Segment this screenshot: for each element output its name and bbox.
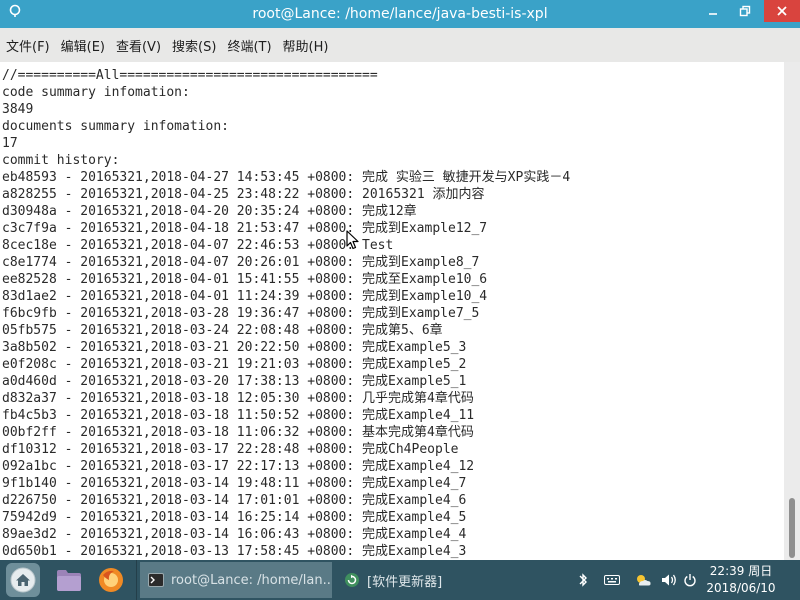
taskbar: root@Lance: /home/lan... [软件更新器] 22:39 周… [0,560,800,600]
volume-tray[interactable] [658,560,680,600]
terminal-line: df10312 - 20165321,2018-03-17 22:28:48 +… [2,442,459,457]
mouse-pointer-icon [346,230,359,250]
terminal-text: //==========All=========================… [2,67,570,560]
task-terminal[interactable]: root@Lance: /home/lan... [140,562,332,598]
terminal-line: 83d1ae2 - 20165321,2018-04-01 11:24:39 +… [2,289,488,304]
terminal-line: 9f1b140 - 20165321,2018-03-14 19:48:11 +… [2,476,467,491]
terminal-line: 0d650b1 - 20165321,2018-03-13 17:58:45 +… [2,544,467,559]
task-software-updater[interactable]: [软件更新器] [336,562,536,598]
terminal-line: c3c7f9a - 20165321,2018-04-18 21:53:47 +… [2,221,488,236]
taskbar-separator [136,560,137,600]
terminal-line: eb48593 - 20165321,2018-04-27 14:53:45 +… [2,170,571,185]
scrollbar-thumb[interactable] [789,498,795,558]
keyboard-icon [604,575,620,585]
bluetooth-icon [579,573,587,587]
task-terminal-label: root@Lance: /home/lan... [171,572,332,588]
terminal-line: fb4c5b3 - 20165321,2018-03-18 11:50:52 +… [2,408,475,423]
restore-icon [739,5,751,17]
task-software-updater-label: [软件更新器] [367,574,443,590]
window-menu-icon[interactable] [8,4,22,18]
weather-tray[interactable] [632,560,654,600]
menu-view[interactable]: 查看(V) [116,36,161,55]
terminal-output[interactable]: //==========All=========================… [0,62,784,560]
terminal-line: a0d460d - 20165321,2018-03-20 17:38:13 +… [2,374,467,389]
menu-help[interactable]: 帮助(H) [283,36,329,55]
weather-icon [637,575,651,586]
terminal-line: d226750 - 20165321,2018-03-14 17:01:01 +… [2,493,467,508]
terminal-line: 8cec18e - 20165321,2018-04-07 22:46:53 +… [2,238,394,253]
terminal-line: 00bf2ff - 20165321,2018-03-18 11:06:32 +… [2,425,474,440]
terminal-line: 05fb575 - 20165321,2018-03-24 22:08:48 +… [2,323,443,338]
terminal-line: 75942d9 - 20165321,2018-03-14 16:25:14 +… [2,510,467,525]
power-icon [684,574,696,587]
terminal-line: 3849 [2,102,34,117]
maximize-button[interactable] [732,0,758,22]
menu-search[interactable]: 搜索(S) [172,36,216,55]
terminal-line: documents summary infomation: [2,119,229,134]
terminal-line: d832a37 - 20165321,2018-03-18 12:05:30 +… [2,391,474,406]
terminal-line: code summary infomation: [2,85,190,100]
power-tray[interactable] [682,560,698,600]
terminal-line: 092a1bc - 20165321,2018-03-17 22:17:13 +… [2,459,475,474]
firefox-launcher[interactable] [94,563,128,597]
window-titlebar[interactable]: root@Lance: /home/lance/java-besti-is-xp… [0,0,800,28]
keyboard-tray[interactable] [602,560,622,600]
software-updater-icon [345,573,359,587]
clock[interactable]: 22:39 周日 2018/06/10 [700,563,782,597]
menu-bar: 文件(F) 编辑(E) 查看(V) 搜索(S) 终端(T) 帮助(H) [0,28,800,62]
terminal-icon [148,573,164,587]
menu-terminal[interactable]: 终端(T) [227,36,271,55]
bluetooth-tray[interactable] [574,560,592,600]
firefox-icon [99,568,123,592]
terminal-line: 3a8b502 - 20165321,2018-03-21 20:22:50 +… [2,340,467,355]
terminal-line: c8e1774 - 20165321,2018-04-07 20:26:01 +… [2,255,480,270]
clock-time-day: 22:39 周日 [709,564,773,578]
menu-file[interactable]: 文件(F) [6,36,50,55]
minimize-icon [709,13,717,15]
menu-edit[interactable]: 编辑(E) [61,36,105,55]
window-title: root@Lance: /home/lance/java-besti-is-xp… [252,6,548,22]
home-launcher[interactable] [6,563,40,597]
clock-date: 2018/06/10 [706,581,776,595]
terminal-line: ee82528 - 20165321,2018-04-01 15:41:55 +… [2,272,488,287]
terminal-line: d30948a - 20165321,2018-04-20 20:35:24 +… [2,204,417,219]
terminal-scrollbar[interactable] [784,62,800,560]
terminal-line: 17 [2,136,18,151]
volume-icon [662,574,676,586]
home-icon [10,567,36,593]
terminal-line: //==========All=========================… [2,68,378,83]
files-icon [57,570,81,591]
close-icon [777,6,787,16]
terminal-line: 89ae3d2 - 20165321,2018-03-14 16:06:43 +… [2,527,467,542]
close-button[interactable] [764,0,800,22]
minimize-button[interactable] [700,0,726,22]
terminal-line: f6bc9fb - 20165321,2018-03-28 19:36:47 +… [2,306,480,321]
terminal-line: commit history: [2,153,120,168]
files-launcher[interactable] [52,563,86,597]
terminal-line: a828255 - 20165321,2018-04-25 23:48:22 +… [2,187,485,202]
terminal-line: e0f208c - 20165321,2018-03-21 19:21:03 +… [2,357,467,372]
